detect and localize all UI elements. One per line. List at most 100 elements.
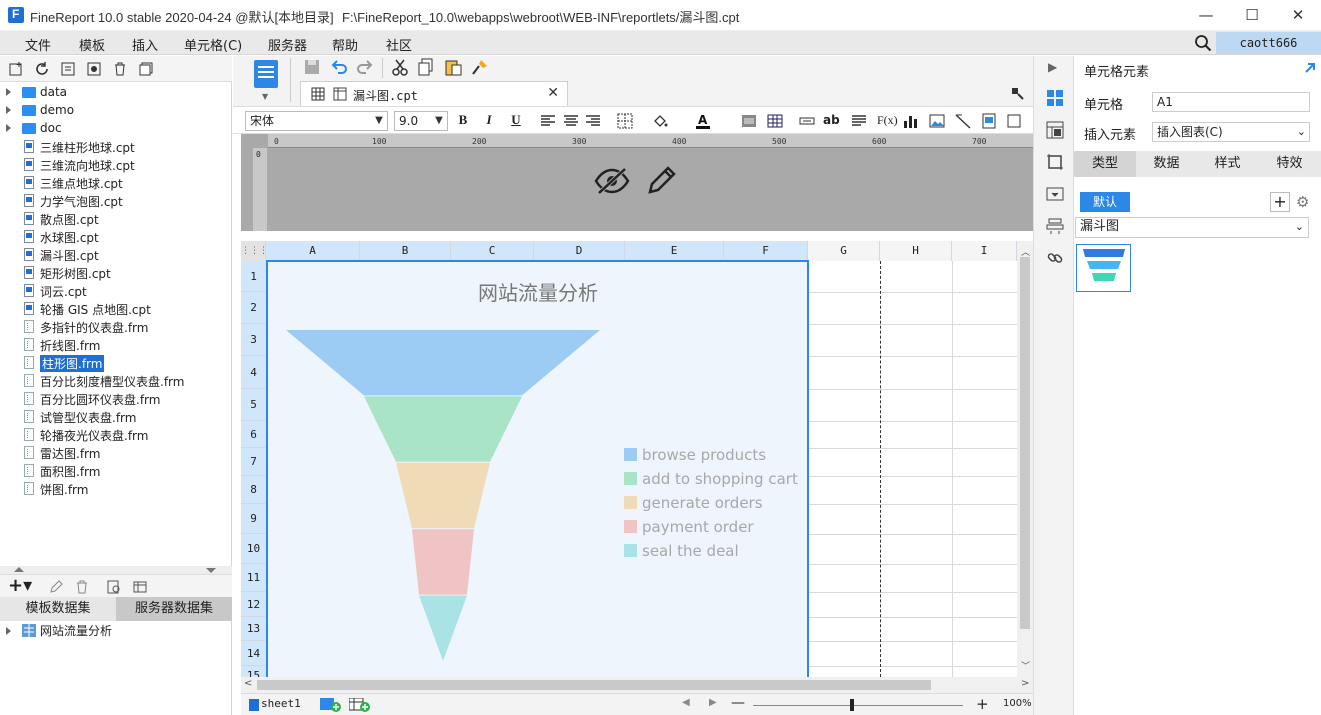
maximize-button[interactable]: ☐ [1229,0,1275,31]
funnel-segment[interactable] [286,330,600,396]
subreport-icon[interactable] [981,113,997,129]
open-icon[interactable] [60,61,76,77]
link-icon[interactable] [1046,249,1064,267]
edit-icon[interactable] [48,579,64,595]
menu-insert[interactable]: 插入 [132,35,158,54]
save-icon[interactable] [303,58,321,76]
template-dropdown-icon[interactable]: ▼ [262,92,268,101]
folder-item[interactable]: data [0,84,232,102]
expand-arrow-icon[interactable] [6,124,11,132]
file-item[interactable]: 散点图.cpt [0,210,232,228]
file-item[interactable]: 三维柱形地球.cpt [0,138,232,156]
file-item[interactable]: 力学气泡图.cpt [0,192,232,210]
collapse-icon[interactable]: ▶ [1048,60,1057,74]
expand-arrow-icon[interactable] [6,106,11,114]
close-button[interactable]: ✕ [1275,0,1321,31]
search-icon[interactable] [1194,34,1212,52]
file-item[interactable]: 百分比圆环仪表盘.frm [0,390,232,408]
file-item[interactable]: 多指针的仪表盘.frm [0,318,232,336]
more-icon[interactable] [1007,113,1023,129]
close-tab-icon[interactable]: ✕ [547,85,559,101]
add-form-sheet-icon[interactable] [349,698,371,712]
tab-menu-icon[interactable] [1010,86,1024,100]
menu-community[interactable]: 社区 [386,35,412,54]
funnel-chart-thumbnail[interactable] [1076,244,1131,292]
chart-icon[interactable] [903,113,919,129]
next-sheet-icon[interactable]: ▶ [709,697,717,708]
scroll-thumb[interactable] [257,680,931,690]
file-item[interactable]: 折线图.frm [0,336,232,354]
float-element-icon[interactable] [1046,153,1064,171]
file-item[interactable]: 试管型仪表盘.frm [0,408,232,426]
split-cells-icon[interactable] [767,113,783,129]
undo-icon[interactable] [330,58,348,76]
file-item[interactable]: 三维点地球.cpt [0,174,232,192]
folder-item[interactable]: doc [0,120,232,138]
cell-element-icon[interactable] [1046,89,1064,107]
new-file-icon[interactable] [8,61,24,77]
zoom-slider-handle[interactable] [850,699,854,711]
text-icon[interactable]: ab [823,113,840,127]
prev-sheet-icon[interactable]: ◀ [682,697,690,708]
fill-color-icon[interactable] [652,113,668,129]
dataset-param-icon[interactable] [132,579,148,595]
formula-icon[interactable]: F(x) [877,113,898,128]
text-box-icon[interactable] [799,113,815,129]
file-item[interactable]: 百分比刻度槽型仪表盘.frm [0,372,232,390]
menu-template[interactable]: 模板 [79,35,105,54]
template-icon[interactable] [254,60,278,88]
grid-view-icon[interactable] [311,87,325,101]
zoom-in-button[interactable]: + [976,695,989,713]
tab-server-dataset[interactable]: 服务器数据集 [116,597,232,621]
settings-icon[interactable] [86,61,102,77]
pencil-icon[interactable] [646,166,678,196]
tab-data[interactable]: 数据 [1136,151,1197,177]
zoom-out-button[interactable]: — [731,695,745,711]
scroll-down-icon[interactable]: ﹀ [1021,659,1030,672]
file-item[interactable]: 饼图.frm [0,480,232,498]
font-family-select[interactable]: 宋体 ▼ [245,111,388,131]
file-item[interactable]: 漏斗图.cpt [0,246,232,264]
font-color-icon[interactable]: A [695,113,711,129]
menu-server[interactable]: 服务器 [268,35,307,54]
scroll-right-icon[interactable]: > [1021,678,1029,689]
user-account[interactable]: caott666 [1216,32,1321,54]
menu-help[interactable]: 帮助 [332,35,358,54]
image-icon[interactable] [929,113,945,129]
funnel-segment[interactable] [419,595,467,661]
tab-effects[interactable]: 特效 [1258,151,1321,177]
gear-icon[interactable]: ⚙ [1296,193,1309,211]
funnel-segment[interactable] [412,529,474,595]
widget-icon[interactable] [1046,185,1064,203]
add-chart-icon[interactable]: + [1270,192,1290,212]
menu-cell[interactable]: 单元格(C) [184,35,242,54]
paste-icon[interactable] [444,58,462,76]
chart-type-select[interactable]: 漏斗图 ⌄ [1075,217,1309,238]
file-tab[interactable]: 漏斗图.cpt ✕ [300,81,568,106]
preview-icon[interactable] [106,579,122,595]
cut-icon[interactable] [391,58,409,76]
italic-button[interactable]: I [480,112,498,128]
redo-icon[interactable] [356,58,374,76]
border-icon[interactable] [617,113,633,129]
tab-template-dataset[interactable]: 模板数据集 [0,597,116,621]
file-item[interactable]: 水球图.cpt [0,228,232,246]
chart-cell[interactable]: 网站流量分析 browse products add to shopping ca… [266,260,809,680]
copy-doc-icon[interactable] [417,58,435,76]
file-item[interactable]: 词云.cpt [0,282,232,300]
align-center-icon[interactable] [563,113,579,129]
funnel-segment[interactable] [396,462,490,529]
file-item[interactable]: 轮播 GIS 点地图.cpt [0,300,232,318]
align-right-icon[interactable] [585,113,601,129]
expand-arrow-icon[interactable] [6,88,11,96]
folder-item[interactable]: demo [0,102,232,120]
align-left-icon[interactable] [540,113,556,129]
scroll-left-icon[interactable]: < [244,678,252,689]
file-item[interactable]: 柱形图.frm [0,354,232,372]
file-item[interactable]: 面积图.frm [0,462,232,480]
format-painter-icon[interactable] [471,58,489,76]
horizontal-scrollbar[interactable]: < > [241,677,1033,693]
file-item[interactable]: 雷达图.frm [0,444,232,462]
sheet-tab[interactable]: sheet1 [261,697,301,710]
minimize-button[interactable]: — [1183,0,1229,31]
